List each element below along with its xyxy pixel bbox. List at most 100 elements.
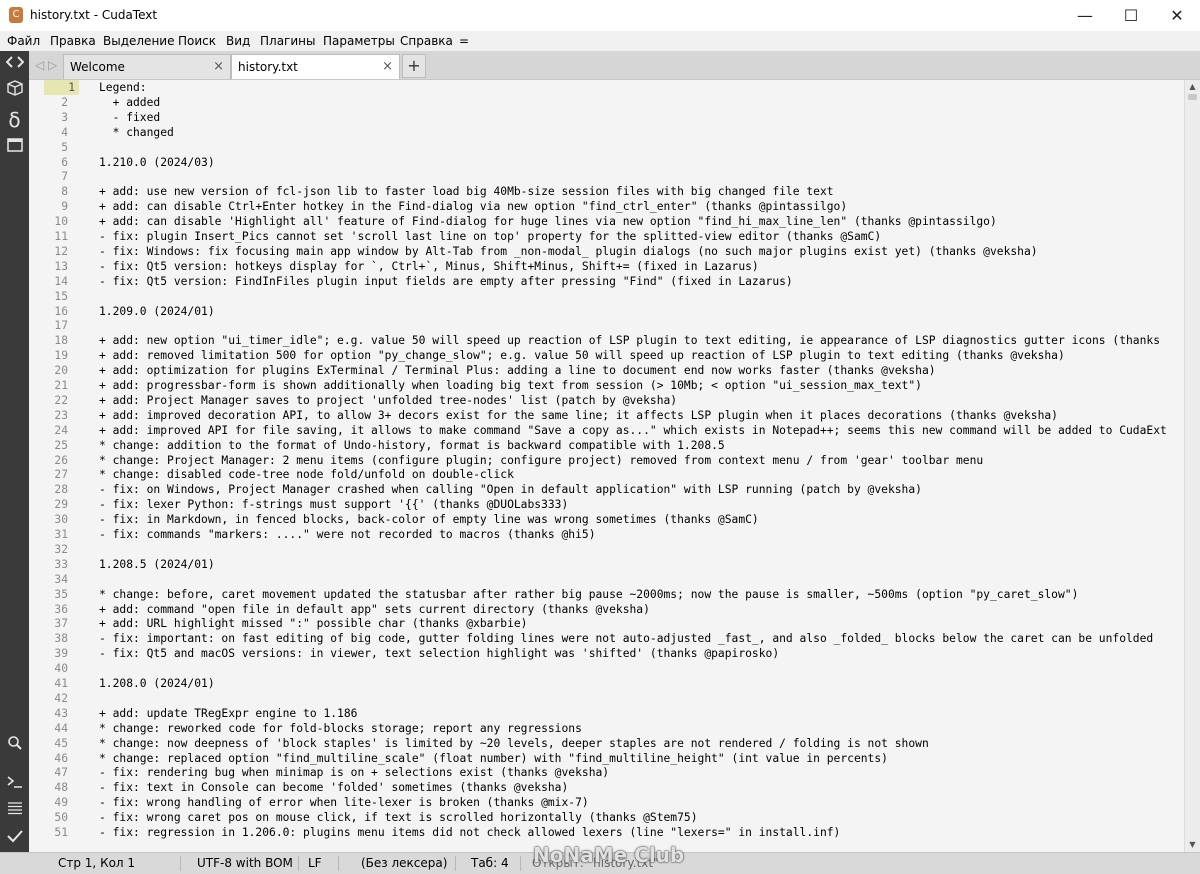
editor-line[interactable]: 30 - fix: in Markdown, in fenced blocks, … [29,512,1184,527]
editor-line[interactable]: 41 1.208.0 (2024/01) [29,676,1184,691]
tab-size[interactable]: Таб: 4 [471,853,509,874]
editor-line[interactable]: 42 [29,691,1184,706]
line-text: - fix: wrong caret pos on mouse click, i… [99,811,698,825]
editor-line[interactable]: 21 + add: progressbar-form is shown addit… [29,378,1184,393]
tab-history-txt[interactable]: history.txt × [231,54,400,79]
editor-line[interactable]: 47 - fix: rendering bug when minimap is o… [29,765,1184,780]
text-editor[interactable]: 1 Legend: 2 + added 3 - fixed 4 * changed 5 6 1… [29,80,1184,852]
minimize-button[interactable]: — [1062,0,1108,31]
editor-line[interactable]: 39 - fix: Qt5 and macOS versions: in view… [29,646,1184,661]
editor-line[interactable]: 5 [29,140,1184,155]
editor-line[interactable]: 40 [29,661,1184,676]
editor-line[interactable]: 49 - fix: wrong handling of error when li… [29,795,1184,810]
editor-line[interactable]: 22 + add: Project Manager saves to projec… [29,393,1184,408]
line-text: - fix: wrong handling of error when lite… [99,796,589,810]
editor-line[interactable]: 24 + add: improved API for file saving, i… [29,423,1184,438]
maximize-button[interactable]: ☐ [1108,0,1154,31]
editor-line[interactable]: 48 - fix: text in Console can become 'fol… [29,780,1184,795]
menu-search[interactable]: Поиск [178,31,216,51]
menu-file[interactable]: Файл [7,31,40,51]
editor-line[interactable]: 35 * change: before, caret movement updat… [29,587,1184,602]
snippets-icon[interactable]: δ [0,107,29,133]
console-icon[interactable] [0,771,29,797]
editor-line[interactable]: 29 - fix: lexer Python: f-strings must su… [29,497,1184,512]
search-icon[interactable] [0,733,29,759]
editor-line[interactable]: 44 * change: reworked code for fold-block… [29,721,1184,736]
editor-line[interactable]: 33 1.208.5 (2024/01) [29,557,1184,572]
editor-line[interactable]: 34 [29,572,1184,587]
editor-line[interactable]: 6 1.210.0 (2024/03) [29,155,1184,170]
line-number: 35 [54,587,68,601]
line-text: Legend: [99,81,147,94]
line-number: 17 [54,319,68,333]
editor-line[interactable]: 18 + add: new option "ui_timer_idle"; e.g… [29,333,1184,348]
editor-line[interactable]: 9 + add: can disable Ctrl+Enter hotkey in… [29,199,1184,214]
line-ending[interactable]: LF [308,853,322,874]
scroll-down-arrow-icon[interactable]: ▼ [1185,838,1200,852]
menu-selection[interactable]: Выделение [103,31,174,51]
tab-close-icon[interactable]: × [382,55,393,79]
editor-line[interactable]: 1 Legend: [29,80,1184,95]
editor-line[interactable]: 19 + add: removed limitation 500 for opti… [29,348,1184,363]
editor-line[interactable]: 17 [29,318,1184,333]
editor-line[interactable]: 16 1.209.0 (2024/01) [29,304,1184,319]
project-icon[interactable] [0,79,29,105]
line-text: + add: URL highlight missed ":" possible… [99,617,528,631]
editor-line[interactable]: 26 * change: Project Manager: 2 menu item… [29,453,1184,468]
menu-plugins[interactable]: Плагины [260,31,315,51]
editor-line[interactable]: 3 - fixed [29,110,1184,125]
editor-line[interactable]: 4 * changed [29,125,1184,140]
output-list-icon[interactable] [0,797,29,823]
editor-line[interactable]: 25 * change: addition to the format of Un… [29,438,1184,453]
line-number: 28 [54,483,68,497]
editor-line[interactable]: 13 - fix: Qt5 version: hotkeys display fo… [29,259,1184,274]
editor-line[interactable]: 38 - fix: important: on fast editing of b… [29,631,1184,646]
editor-line[interactable]: 50 - fix: wrong caret pos on mouse click,… [29,810,1184,825]
tab-welcome[interactable]: Welcome × [63,54,231,79]
status-divider [520,856,521,871]
editor-line[interactable]: 51 - fix: regression in 1.206.0: plugins … [29,825,1184,840]
menu-help[interactable]: Справка [400,31,453,51]
editor-line[interactable]: 32 [29,542,1184,557]
editor-line[interactable]: 45 * change: now deepness of 'block stapl… [29,736,1184,751]
code-tree-icon[interactable] [0,51,29,77]
line-text: * change: reworked code for fold-blocks … [99,721,582,735]
menu-view[interactable]: Вид [226,31,250,51]
editor-line[interactable]: 20 + add: optimization for plugins ExTerm… [29,363,1184,378]
line-number: 26 [54,453,68,467]
editor-line[interactable]: 27 * change: disabled code-tree node fold… [29,467,1184,482]
scroll-up-arrow-icon[interactable]: ▲ [1185,80,1200,94]
lexer-selector[interactable]: (Без лексера) [361,853,447,874]
tab-close-icon[interactable]: × [213,55,224,79]
editor-line[interactable]: 12 - fix: Windows: fix focusing main app … [29,244,1184,259]
caret-position[interactable]: Стр 1, Кол 1 [58,853,135,874]
editor-line[interactable]: 36 + add: command "open file in default a… [29,602,1184,617]
editor-line[interactable]: 15 [29,289,1184,304]
menu-options[interactable]: Параметры [323,31,395,51]
editor-line[interactable]: 31 - fix: commands "markers: ...." were n… [29,527,1184,542]
editor-line[interactable]: 2 + added [29,95,1184,110]
editor-line[interactable]: 8 + add: use new version of fcl-json lib … [29,184,1184,199]
line-text: - fix: commands "markers: ...." were not… [99,528,596,541]
editor-line[interactable]: 23 + add: improved decoration API, to all… [29,408,1184,423]
close-button[interactable]: ✕ [1154,0,1200,31]
line-number: 36 [54,602,68,616]
tabs-list-icon[interactable] [0,135,29,161]
menu-more[interactable]: = [459,31,469,51]
validate-check-icon[interactable] [0,825,29,851]
editor-line[interactable]: 43 + add: update TRegExpr engine to 1.186 [29,706,1184,721]
tab-scroll-arrows-icon[interactable]: ◁ ▷ [35,51,57,79]
editor-line[interactable]: 37 + add: URL highlight missed ":" possib… [29,616,1184,631]
cudatext-app-icon: C [9,7,23,23]
editor-line[interactable]: 7 [29,169,1184,184]
editor-line[interactable]: 28 - fix: on Windows, Project Manager cra… [29,482,1184,497]
editor-line[interactable]: 14 - fix: Qt5 version: FindInFiles plugin… [29,274,1184,289]
editor-line[interactable]: 11 - fix: plugin Insert_Pics cannot set '… [29,229,1184,244]
encoding[interactable]: UTF-8 with BOM [197,853,293,874]
editor-line[interactable]: 10 + add: can disable 'Highlight all' fea… [29,214,1184,229]
scrollbar-thumb[interactable] [1188,94,1197,100]
editor-line[interactable]: 46 * change: replaced option "find_multil… [29,751,1184,766]
vertical-scrollbar[interactable]: ▲ ▼ [1184,80,1200,852]
menu-edit[interactable]: Правка [50,31,96,51]
new-tab-button[interactable]: + [402,54,426,78]
